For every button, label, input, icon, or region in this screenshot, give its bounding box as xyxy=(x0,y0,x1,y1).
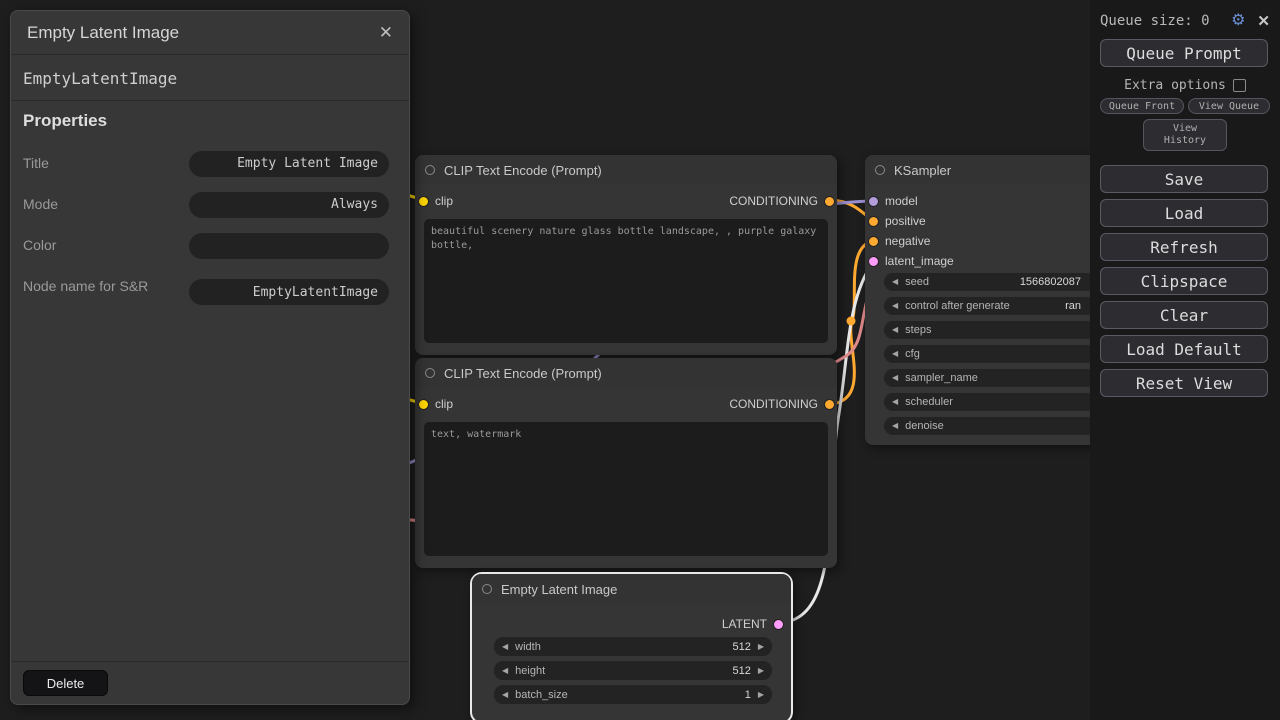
extra-options-checkbox[interactable] xyxy=(1233,79,1246,92)
latent-image-input-slot[interactable] xyxy=(869,257,878,266)
dialog-title: Empty Latent Image xyxy=(27,23,179,43)
node-title: CLIP Text Encode (Prompt) xyxy=(444,366,602,381)
node-header[interactable]: CLIP Text Encode (Prompt) xyxy=(415,155,837,185)
negative-input-label: negative xyxy=(885,234,930,248)
latent-image-input-label: latent_image xyxy=(885,254,954,268)
decrement-arrow-icon[interactable]: ◀ xyxy=(502,667,508,675)
wire-reroute-dot[interactable] xyxy=(847,317,856,326)
decrement-arrow-icon[interactable]: ◀ xyxy=(892,398,898,406)
width-widget[interactable]: ◀ width 512 ▶ xyxy=(494,637,772,656)
cfg-widget[interactable]: ◀ cfg xyxy=(884,345,1096,363)
latent-output-label: LATENT xyxy=(722,617,767,631)
increment-arrow-icon[interactable]: ▶ xyxy=(758,667,764,675)
node-title: CLIP Text Encode (Prompt) xyxy=(444,163,602,178)
increment-arrow-icon[interactable]: ▶ xyxy=(758,643,764,651)
collapse-dot-icon[interactable] xyxy=(425,368,435,378)
node-clip-text-encode-negative[interactable]: CLIP Text Encode (Prompt) clip CONDITION… xyxy=(415,358,837,568)
clear-button[interactable]: Clear xyxy=(1100,301,1268,329)
comfy-menu-panel: Queue size: 0 ⚙ ✕ Queue Prompt Extra opt… xyxy=(1090,0,1280,720)
close-icon[interactable]: ✕ xyxy=(379,24,393,41)
node-type-name: EmptyLatentImage xyxy=(11,56,409,101)
delete-button[interactable]: Delete xyxy=(23,670,108,696)
decrement-arrow-icon[interactable]: ◀ xyxy=(502,691,508,699)
conditioning-output-label: CONDITIONING xyxy=(729,397,818,411)
clipspace-button[interactable]: Clipspace xyxy=(1100,267,1268,295)
clip-input-slot[interactable] xyxy=(419,400,428,409)
scheduler-widget[interactable]: ◀ scheduler xyxy=(884,393,1096,411)
node-editor-canvas[interactable]: CLIP Text Encode (Prompt) clip CONDITION… xyxy=(0,0,1280,720)
save-button[interactable]: Save xyxy=(1100,165,1268,193)
close-icon[interactable]: ✕ xyxy=(1257,14,1270,29)
node-header[interactable]: CLIP Text Encode (Prompt) xyxy=(415,358,837,388)
positive-input-label: positive xyxy=(885,214,926,228)
sampler-name-widget[interactable]: ◀ sampler_name xyxy=(884,369,1096,387)
steps-widget[interactable]: ◀ steps xyxy=(884,321,1096,339)
queue-front-button[interactable]: Queue Front xyxy=(1100,98,1184,114)
property-row-title: Title xyxy=(11,143,409,184)
prompt-textarea[interactable]: beautiful scenery nature glass bottle la… xyxy=(424,219,828,343)
conditioning-output-label: CONDITIONING xyxy=(729,194,818,208)
decrement-arrow-icon[interactable]: ◀ xyxy=(892,302,898,310)
increment-arrow-icon[interactable]: ▶ xyxy=(758,691,764,699)
clip-input-label: clip xyxy=(435,397,453,411)
model-input-slot[interactable] xyxy=(869,197,878,206)
node-header[interactable]: Empty Latent Image xyxy=(472,574,791,604)
load-button[interactable]: Load xyxy=(1100,199,1268,227)
decrement-arrow-icon[interactable]: ◀ xyxy=(892,326,898,334)
batch-size-widget[interactable]: ◀ batch_size 1 ▶ xyxy=(494,685,772,704)
conditioning-output-slot[interactable] xyxy=(825,400,834,409)
decrement-arrow-icon[interactable]: ◀ xyxy=(892,374,898,382)
decrement-arrow-icon[interactable]: ◀ xyxy=(502,643,508,651)
decrement-arrow-icon[interactable]: ◀ xyxy=(892,278,898,286)
queue-prompt-button[interactable]: Queue Prompt xyxy=(1100,39,1268,67)
conditioning-output-slot[interactable] xyxy=(825,197,834,206)
node-clip-text-encode-positive[interactable]: CLIP Text Encode (Prompt) clip CONDITION… xyxy=(415,155,837,355)
node-properties-dialog: Empty Latent Image ✕ EmptyLatentImage Pr… xyxy=(10,10,410,705)
collapse-dot-icon[interactable] xyxy=(875,165,885,175)
clip-input-label: clip xyxy=(435,194,453,208)
extra-options-label: Extra options xyxy=(1124,78,1226,93)
latent-output-slot[interactable] xyxy=(774,620,783,629)
decrement-arrow-icon[interactable]: ◀ xyxy=(892,350,898,358)
settings-gear-icon[interactable]: ⚙ xyxy=(1231,13,1245,29)
collapse-dot-icon[interactable] xyxy=(482,584,492,594)
control-after-generate-widget[interactable]: ◀ control after generate ran xyxy=(884,297,1096,315)
negative-input-slot[interactable] xyxy=(869,237,878,246)
positive-input-slot[interactable] xyxy=(869,217,878,226)
model-input-label: model xyxy=(885,194,918,208)
seed-widget[interactable]: ◀ seed 1566802087 xyxy=(884,273,1096,291)
node-title: Empty Latent Image xyxy=(501,582,617,597)
decrement-arrow-icon[interactable]: ◀ xyxy=(892,422,898,430)
property-row-mode: Mode xyxy=(11,184,409,225)
node-name-field[interactable] xyxy=(189,279,389,305)
title-field[interactable] xyxy=(189,151,389,177)
properties-heading: Properties xyxy=(23,111,107,131)
load-default-button[interactable]: Load Default xyxy=(1100,335,1268,363)
node-empty-latent-image[interactable]: Empty Latent Image LATENT ◀ width 512 ▶ … xyxy=(470,572,793,720)
clip-input-slot[interactable] xyxy=(419,197,428,206)
color-field[interactable] xyxy=(189,233,389,259)
queue-size-label: Queue size: 0 xyxy=(1100,13,1210,29)
prompt-textarea[interactable]: text, watermark xyxy=(424,422,828,556)
view-queue-button[interactable]: View Queue xyxy=(1188,98,1270,114)
reset-view-button[interactable]: Reset View xyxy=(1100,369,1268,397)
height-widget[interactable]: ◀ height 512 ▶ xyxy=(494,661,772,680)
mode-field[interactable] xyxy=(189,192,389,218)
property-row-node-name: Node name for S&R xyxy=(11,257,409,317)
denoise-widget[interactable]: ◀ denoise xyxy=(884,417,1096,435)
refresh-button[interactable]: Refresh xyxy=(1100,233,1268,261)
node-title: KSampler xyxy=(894,163,951,178)
collapse-dot-icon[interactable] xyxy=(425,165,435,175)
view-history-button[interactable]: View History xyxy=(1143,119,1227,151)
